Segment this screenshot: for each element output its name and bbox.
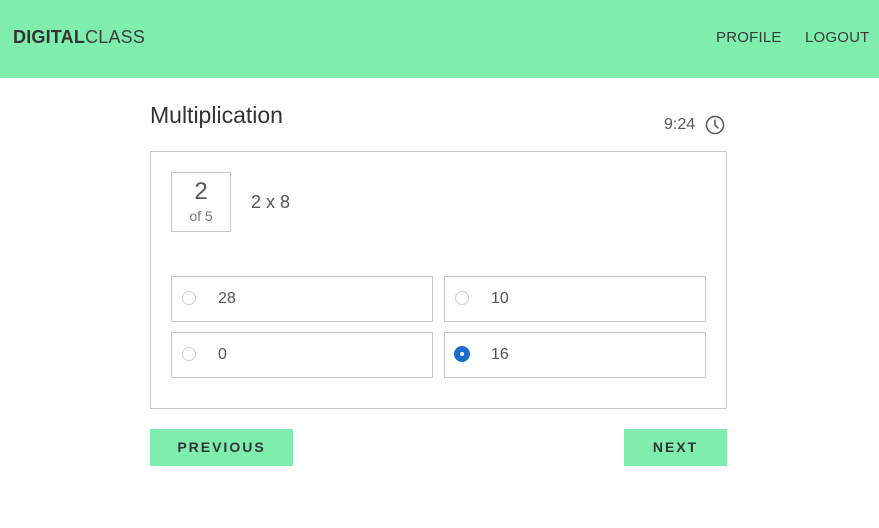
brand-bold-text: DIGITAL [13, 27, 86, 47]
question-total: of 5 [189, 208, 213, 224]
timer-text: 9:24 [664, 116, 696, 133]
nav-logout-link[interactable]: LOGOUT [805, 29, 870, 46]
answer-label: 16 [491, 346, 509, 363]
answer-option[interactable]: 10 [444, 276, 706, 322]
question-number: 2 [194, 178, 208, 205]
question-card: 2 of 5 2 x 8 28 10 0 16 [150, 151, 727, 409]
answer-option[interactable]: 0 [171, 332, 433, 378]
answer-option[interactable]: 28 [171, 276, 433, 322]
next-button[interactable]: NEXT [624, 429, 727, 466]
answer-label: 10 [491, 290, 509, 307]
answer-label: 28 [218, 290, 236, 307]
radio-button-selected[interactable] [454, 346, 470, 362]
radio-button[interactable] [455, 291, 469, 305]
radio-button[interactable] [182, 347, 196, 361]
previous-button[interactable]: PREVIOUS [150, 429, 293, 466]
top-navbar: DIGITALCLASS PROFILE LOGOUT [0, 0, 879, 78]
brand-logo[interactable]: DIGITALCLASS [13, 27, 145, 48]
answer-option-selected[interactable]: 16 [444, 332, 706, 378]
question-counter: 2 of 5 [171, 172, 231, 232]
page-title: Multiplication [150, 102, 283, 128]
radio-button[interactable] [182, 291, 196, 305]
answer-label: 0 [218, 346, 227, 363]
clock-icon [705, 115, 725, 135]
question-text: 2 x 8 [251, 192, 291, 212]
brand-light-text: CLASS [85, 27, 146, 47]
nav-profile-link[interactable]: PROFILE [716, 29, 782, 46]
quiz-timer: 9:24 [664, 115, 725, 135]
